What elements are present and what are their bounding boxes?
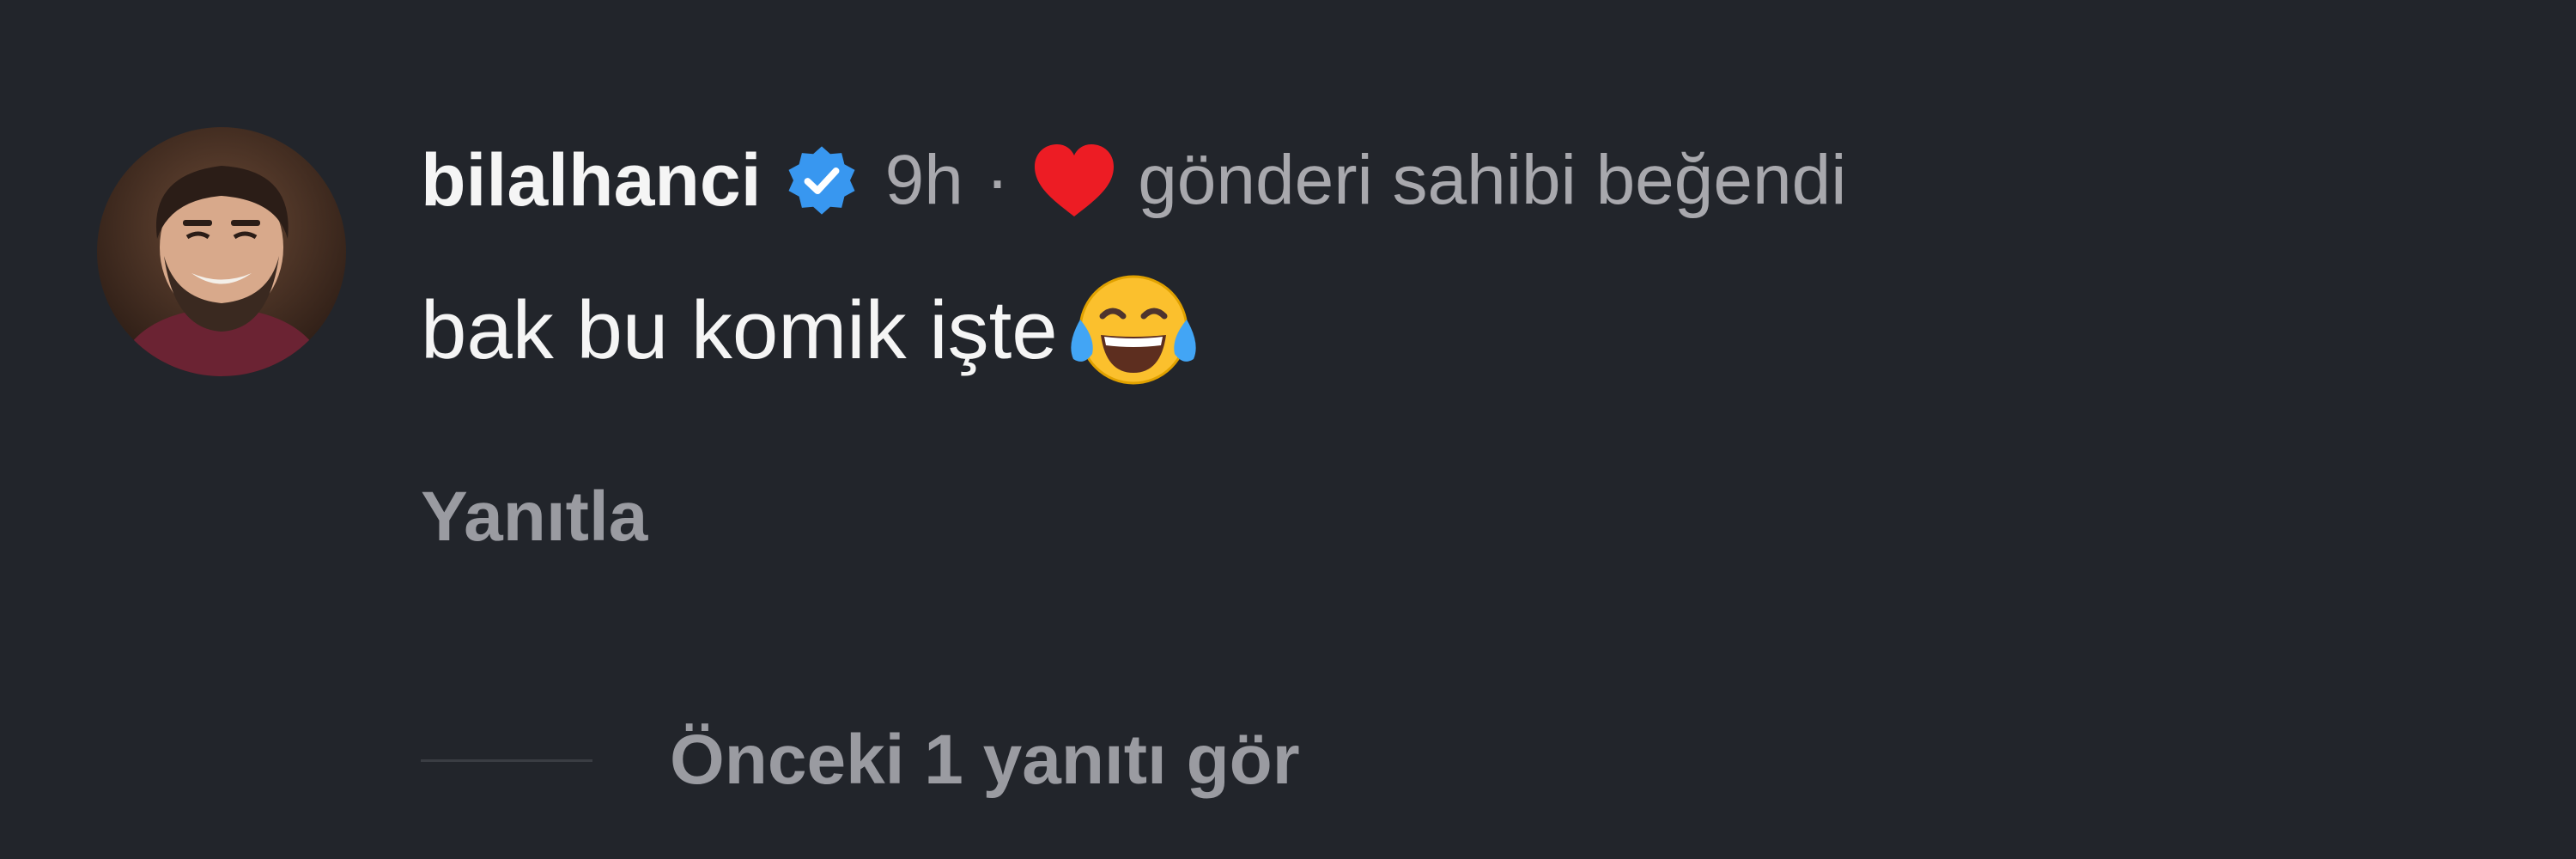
view-previous-replies-button[interactable]: Önceki 1 yanıtı gör <box>670 720 1300 801</box>
avatar[interactable] <box>97 127 346 376</box>
comment-text: bak bu komik işte <box>421 284 1058 376</box>
liked-by-author-label: gönderi sahibi beğendi <box>1138 141 1847 219</box>
heart-icon <box>1031 141 1117 220</box>
meta-separator: · <box>985 141 1010 219</box>
view-replies-row: Önceki 1 yanıtı gör <box>421 704 1300 816</box>
username[interactable]: bilalhanci <box>421 138 762 223</box>
reply-button[interactable]: Yanıtla <box>421 477 647 557</box>
comment-body: bak bu komik işte <box>421 275 1202 387</box>
verified-badge-icon <box>784 143 860 218</box>
comment-time: 9h <box>884 141 963 219</box>
tears-of-joy-emoji-icon <box>1065 266 1202 395</box>
comment-item: bilalhanci 9h · gönderi sahibi beğendi b… <box>0 0 2576 859</box>
comment-header: bilalhanci 9h · gönderi sahibi beğendi <box>421 129 1846 232</box>
replies-divider <box>421 758 592 762</box>
